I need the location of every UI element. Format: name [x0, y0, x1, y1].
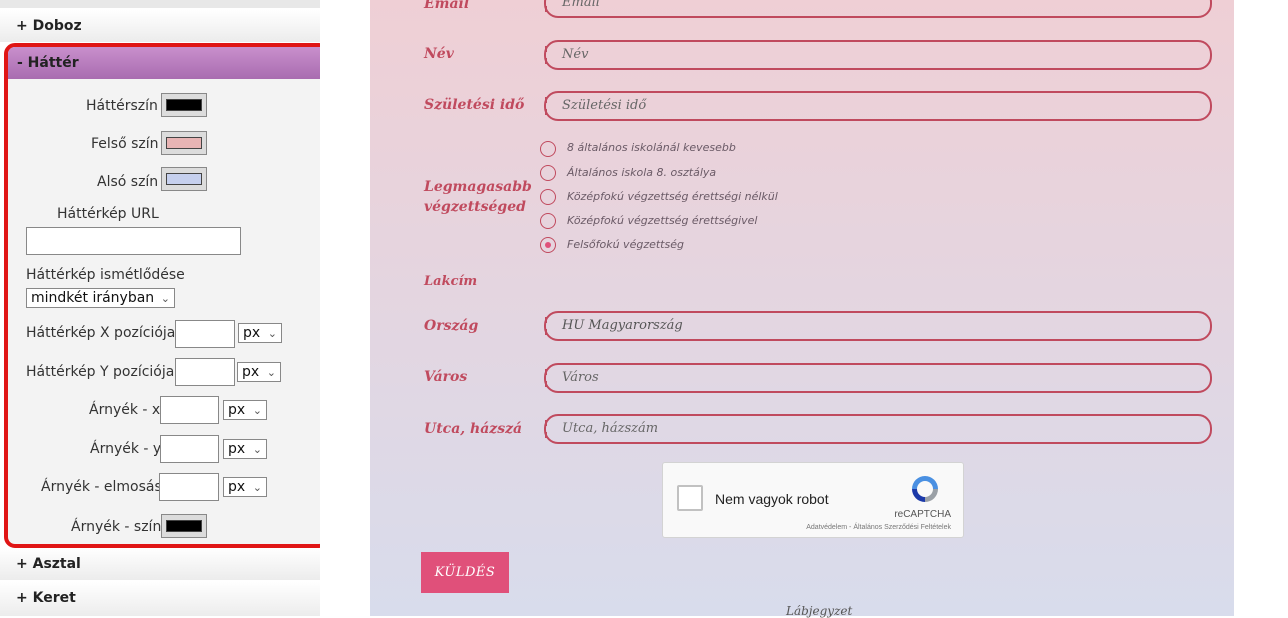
bg-color-picker[interactable]: [161, 93, 207, 117]
panel-top-strip: [0, 0, 320, 8]
bottom-color-label: Alsó szín: [97, 174, 159, 190]
birth-label: Születési idő: [424, 97, 525, 113]
panel-gap: [320, 0, 370, 616]
education-radio-4[interactable]: [540, 237, 556, 253]
shadow-color-label: Árnyék - szín: [71, 519, 162, 535]
shadow-y-input[interactable]: [160, 435, 219, 463]
education-radio-0[interactable]: [540, 141, 556, 157]
education-label-line2: végzettséged: [424, 199, 526, 215]
bg-y-input[interactable]: [175, 358, 235, 386]
bottom-color-swatch: [166, 173, 202, 185]
birth-input[interactable]: Születési idő: [544, 91, 1212, 121]
education-option-2: Középfokú végzettség érettségi nélkül: [567, 190, 778, 203]
education-option-0: 8 általános iskolánál kevesebb: [567, 141, 736, 154]
shadow-x-label: Árnyék - x: [89, 402, 161, 418]
bg-repeat-select[interactable]: mindkét irányban ⌄: [26, 288, 175, 308]
bg-repeat-value: mindkét irányban: [31, 290, 155, 306]
section-asztal-header[interactable]: + Asztal: [0, 548, 320, 580]
section-hatter-header[interactable]: - Háttér: [8, 47, 320, 79]
recaptcha-label: Nem vagyok robot: [715, 491, 829, 507]
city-input[interactable]: Város: [544, 363, 1212, 393]
recaptcha-checkbox[interactable]: [677, 485, 703, 511]
submit-button[interactable]: KÜLDÉS: [421, 552, 509, 593]
chevron-down-icon: ⌄: [267, 327, 277, 340]
recaptcha-links[interactable]: Adatvédelem - Általános Szerződési Felté…: [806, 524, 951, 531]
education-option-4: Felsőfokú végzettség: [567, 238, 684, 251]
section-doboz-header[interactable]: + Doboz: [0, 10, 320, 42]
bg-image-url-input[interactable]: [26, 227, 241, 255]
shadow-x-unit-select[interactable]: px ⌄: [223, 400, 267, 420]
street-input[interactable]: Utca, házszám: [544, 414, 1212, 444]
bg-repeat-label: Háttérkép ismétlődése: [26, 267, 185, 283]
top-color-swatch: [166, 137, 202, 149]
bottom-color-picker[interactable]: [161, 167, 207, 191]
shadow-x-unit-value: px: [228, 402, 246, 418]
bg-image-url-label: Háttérkép URL: [57, 206, 159, 222]
bg-x-label: Háttérkép X pozíciója: [26, 325, 176, 341]
chevron-down-icon: ⌄: [252, 404, 262, 417]
bg-y-unit-value: px: [242, 364, 260, 380]
chevron-down-icon: ⌄: [252, 481, 262, 494]
bg-y-unit-select[interactable]: px ⌄: [237, 362, 281, 382]
street-label: Utca, házszám: [424, 421, 522, 437]
recaptcha-widget: Nem vagyok robot reCAPTCHA Adatvédelem -…: [662, 462, 964, 538]
chevron-down-icon: ⌄: [252, 443, 262, 456]
email-label: Email: [424, 0, 470, 12]
shadow-y-label: Árnyék - y: [90, 441, 162, 457]
shadow-y-unit-value: px: [228, 441, 246, 457]
education-radio-2[interactable]: [540, 189, 556, 205]
chevron-down-icon: ⌄: [160, 292, 170, 305]
email-input[interactable]: Email: [544, 0, 1212, 18]
bg-x-unit-select[interactable]: px ⌄: [238, 323, 282, 343]
shadow-blur-unit-select[interactable]: px ⌄: [223, 477, 267, 497]
education-option-1: Általános iskola 8. osztálya: [567, 166, 717, 179]
shadow-blur-unit-value: px: [228, 479, 246, 495]
shadow-color-picker[interactable]: [161, 514, 207, 538]
page-margin: [1234, 0, 1288, 616]
education-radio-1[interactable]: [540, 165, 556, 181]
city-label: Város: [424, 369, 468, 385]
bg-color-swatch: [166, 99, 202, 111]
section-keret-header[interactable]: + Keret: [0, 582, 320, 616]
education-radio-3[interactable]: [540, 213, 556, 229]
bg-x-input[interactable]: [175, 320, 235, 348]
top-color-picker[interactable]: [161, 131, 207, 155]
name-label: Név: [424, 46, 454, 62]
shadow-x-input[interactable]: [160, 396, 219, 424]
education-label-line1: Legmagasabb: [424, 179, 532, 195]
settings-panel: + Doboz - Háttér Háttérszín Felső szín A…: [0, 0, 330, 616]
shadow-y-unit-select[interactable]: px ⌄: [223, 439, 267, 459]
name-input[interactable]: Név: [544, 40, 1212, 70]
section-hatter-highlight: - Háttér Háttérszín Felső szín Alsó szín…: [4, 43, 330, 548]
chevron-down-icon: ⌄: [266, 366, 276, 379]
bg-x-unit-value: px: [243, 325, 261, 341]
country-input[interactable]: HU Magyarország: [544, 311, 1212, 341]
country-label: Ország: [424, 318, 479, 334]
shadow-color-swatch: [166, 520, 202, 532]
recaptcha-logo-icon: [912, 476, 938, 502]
education-option-3: Középfokú végzettség érettségivel: [567, 214, 758, 227]
shadow-blur-input[interactable]: [159, 473, 219, 501]
bg-color-label: Háttérszín: [86, 98, 158, 114]
top-color-label: Felső szín: [91, 136, 159, 152]
shadow-blur-label: Árnyék - elmosás: [41, 479, 162, 495]
bg-y-label: Háttérkép Y pozíciója: [26, 364, 175, 380]
recaptcha-brand: reCAPTCHA: [894, 509, 951, 520]
address-label: Lakcím: [424, 274, 478, 289]
